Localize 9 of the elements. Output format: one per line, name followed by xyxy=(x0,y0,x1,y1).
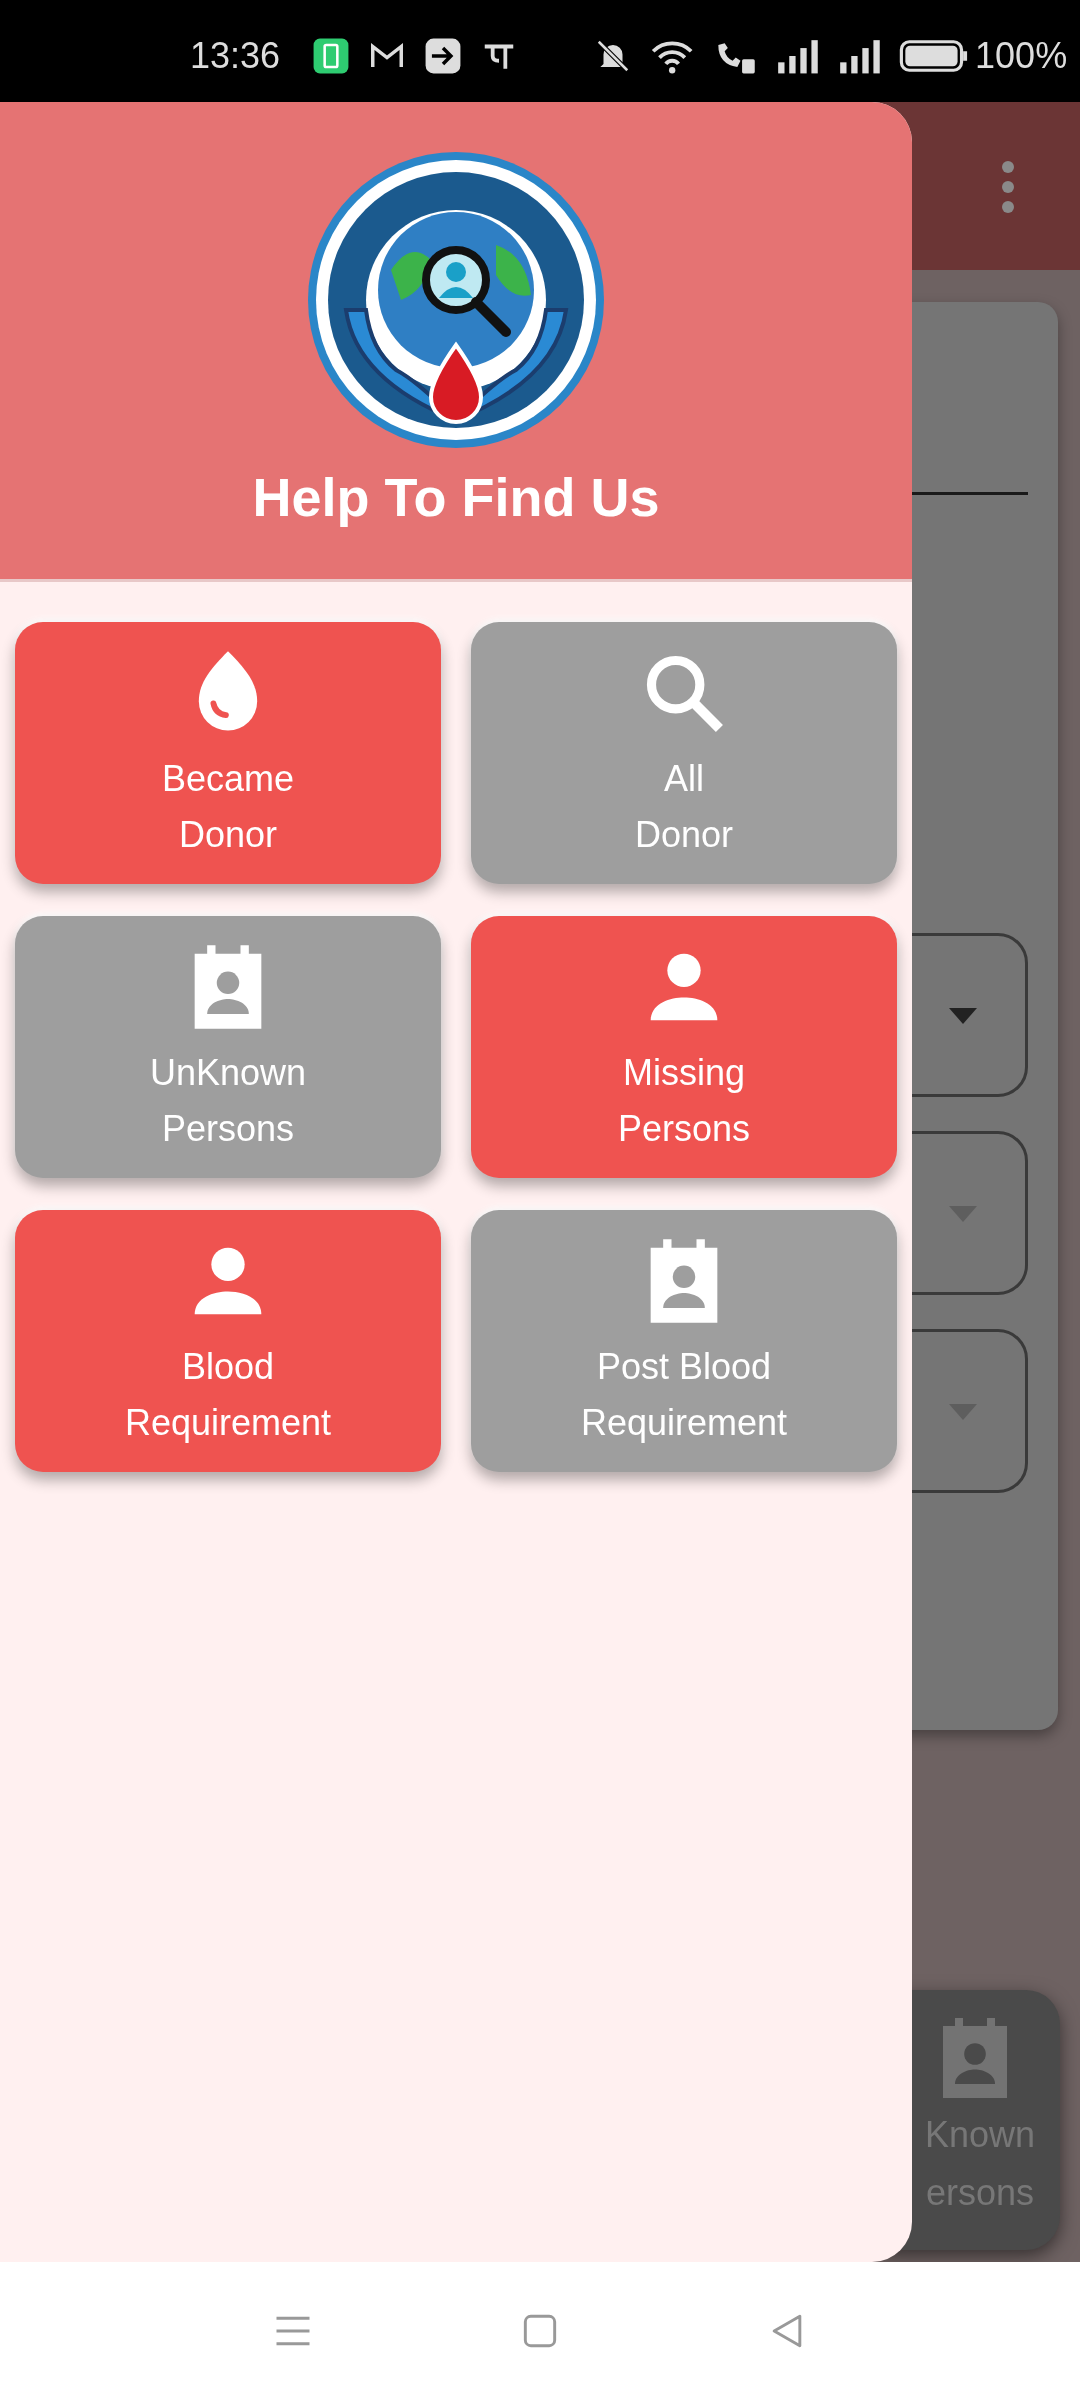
menu-tile[interactable]: Became Donor xyxy=(15,622,441,884)
menu-tile[interactable]: UnKnown Persons xyxy=(15,916,441,1178)
menu-tile[interactable]: Blood Requirement xyxy=(15,1210,441,1472)
menu-tile[interactable]: All Donor xyxy=(471,622,897,884)
battery-percent: 100% xyxy=(975,35,1068,77)
status-time: 13:36 xyxy=(190,35,281,77)
menu-tile[interactable]: Post Blood Requirement xyxy=(471,1210,897,1472)
app-title: Help To Find Us xyxy=(252,466,660,528)
menu-tile[interactable]: Missing Persons xyxy=(471,916,897,1178)
